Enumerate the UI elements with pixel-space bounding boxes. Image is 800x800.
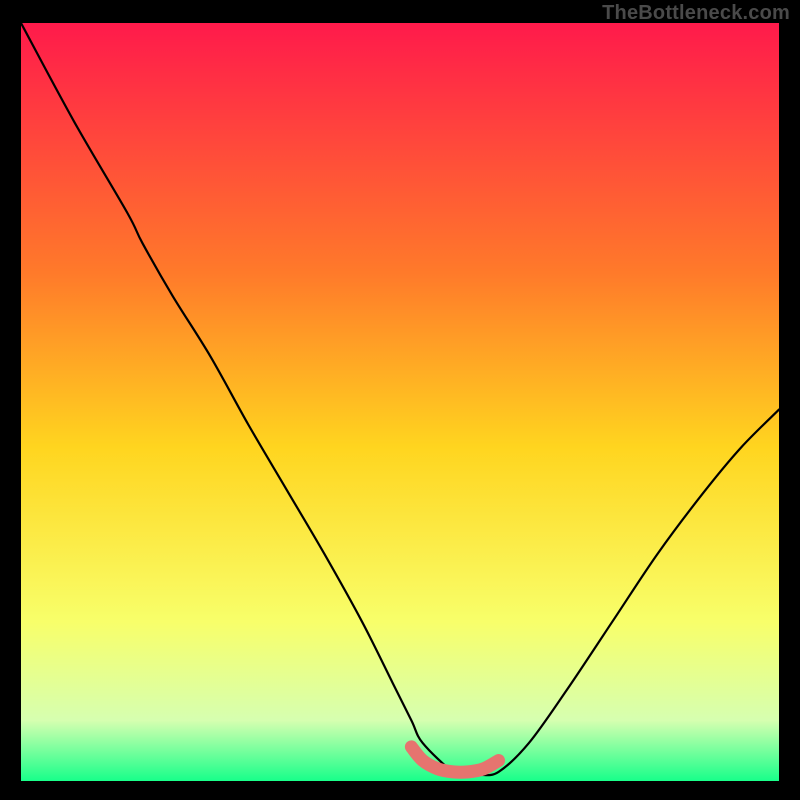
plot-area bbox=[21, 23, 779, 781]
watermark-text: TheBottleneck.com bbox=[602, 2, 790, 25]
gradient-bg bbox=[21, 23, 779, 781]
chart-frame: TheBottleneck.com bbox=[0, 0, 800, 800]
chart-svg bbox=[21, 23, 779, 781]
